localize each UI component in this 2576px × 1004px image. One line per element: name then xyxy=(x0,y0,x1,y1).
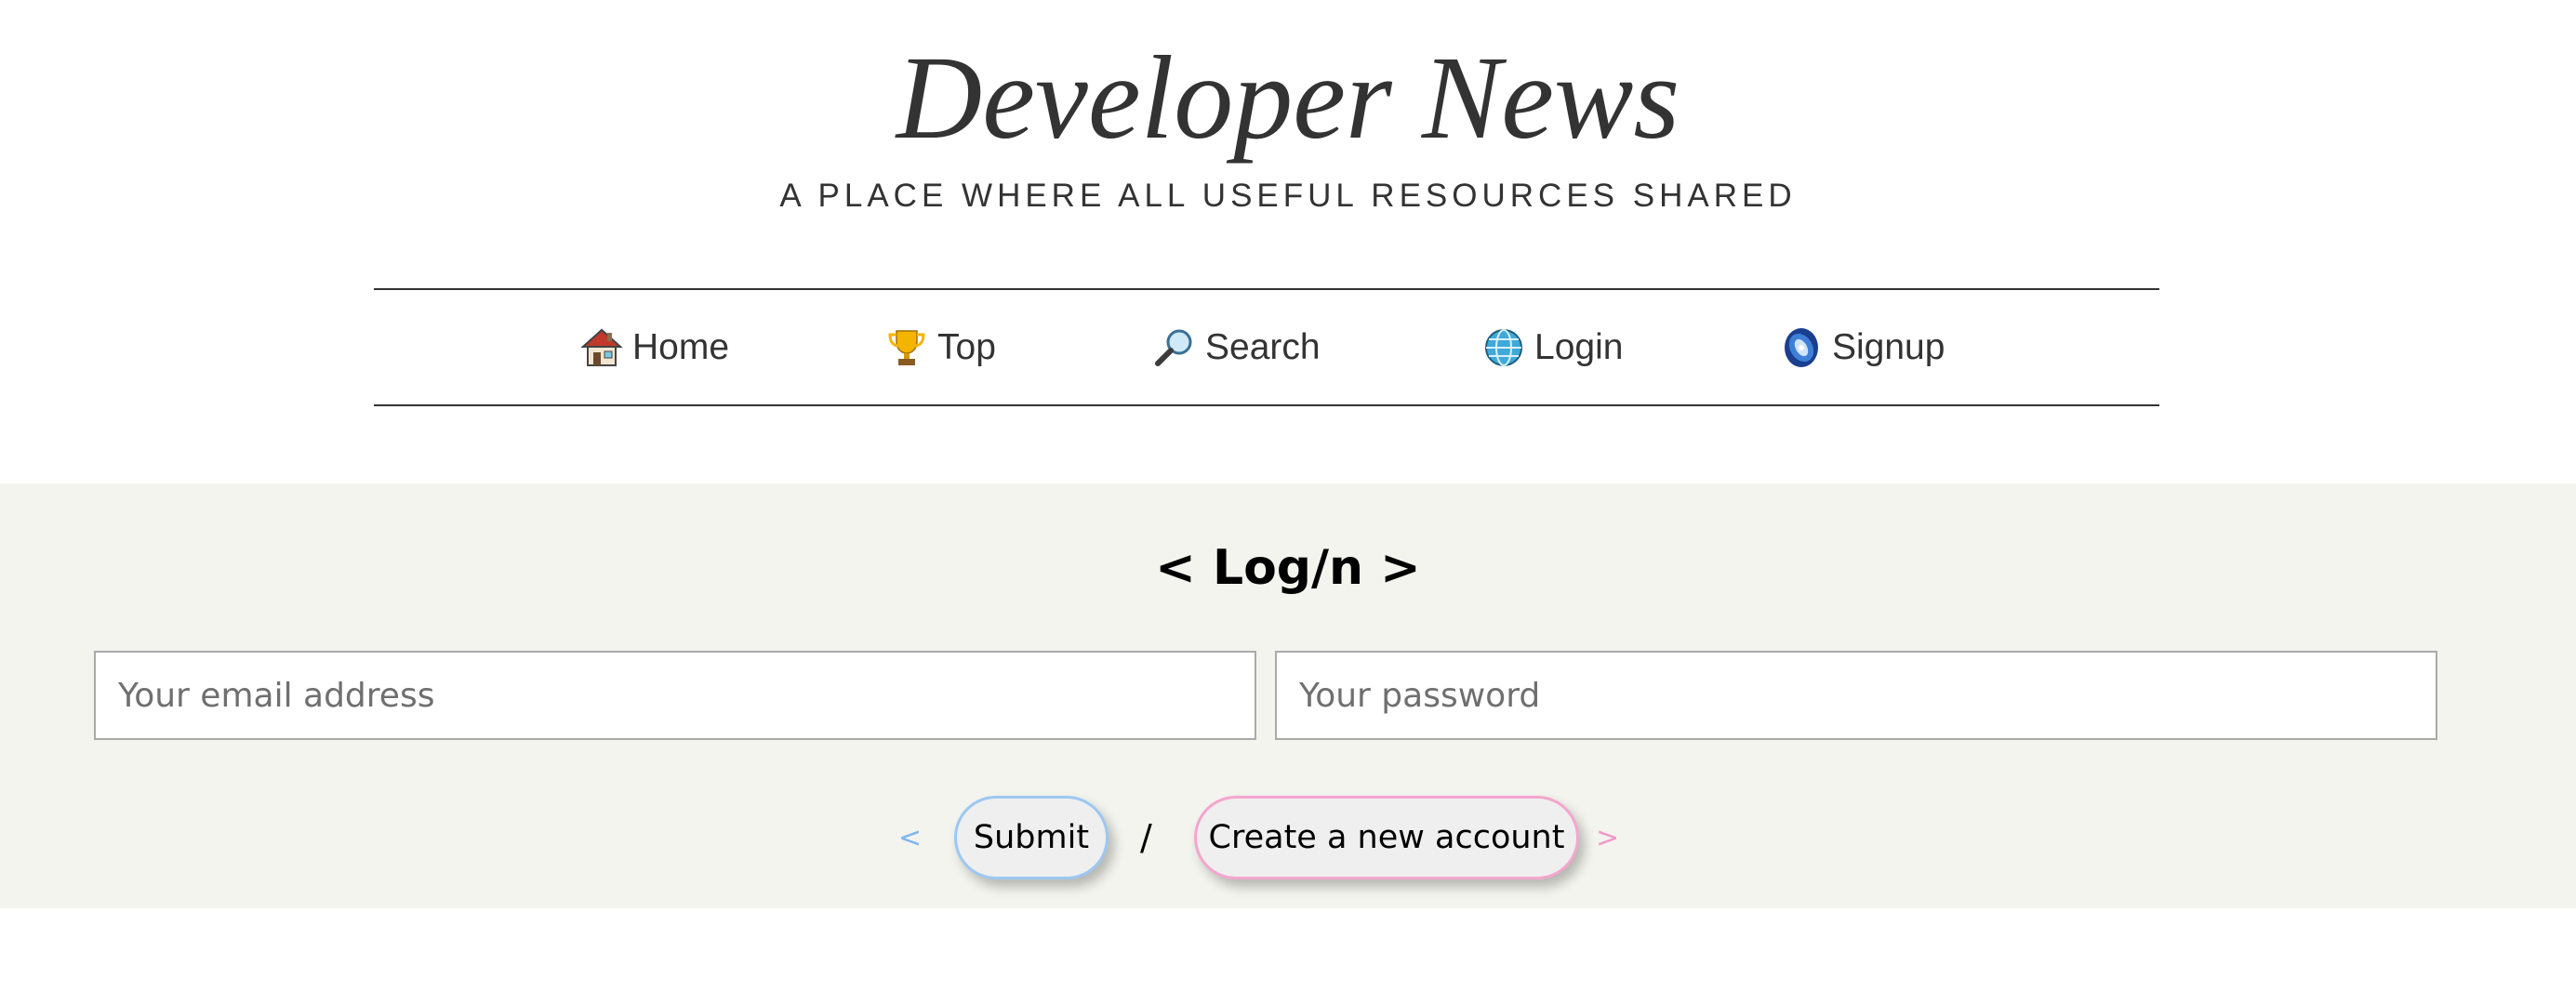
login-actions: < Submit / Create a new account > xyxy=(0,796,2576,879)
site-title: Developer News xyxy=(896,32,1680,164)
trophy-icon xyxy=(885,326,928,369)
nav-label-home: Home xyxy=(632,326,730,367)
site-header: Developer News A PLACE WHERE ALL USEFUL … xyxy=(0,0,2576,483)
magnifier-icon xyxy=(1153,326,1196,369)
main-nav: Home Top Search Login Signup xyxy=(374,288,2159,406)
nav-item-login[interactable]: Login xyxy=(1482,290,1623,404)
create-account-button[interactable]: Create a new account xyxy=(1194,796,1579,879)
nav-item-top[interactable]: Top xyxy=(885,290,996,404)
bracket-right: > xyxy=(1596,821,1620,854)
nav-item-search[interactable]: Search xyxy=(1153,290,1321,404)
bracket-left: < xyxy=(898,821,923,854)
nav-label-login: Login xyxy=(1534,326,1624,367)
nav-label-search: Search xyxy=(1205,326,1321,367)
site-tagline: A PLACE WHERE ALL USEFUL RESOURCES SHARE… xyxy=(779,178,1797,214)
password-field[interactable] xyxy=(1275,651,2437,740)
action-separator: / xyxy=(1140,817,1152,858)
nav-label-top: Top xyxy=(937,326,996,367)
submit-button[interactable]: Submit xyxy=(954,796,1109,879)
nav-item-signup[interactable]: Signup xyxy=(1780,290,1945,404)
nav-label-signup: Signup xyxy=(1832,326,1945,367)
login-title: < Log/n > xyxy=(1155,540,1421,596)
galaxy-icon xyxy=(1780,326,1823,369)
email-field[interactable] xyxy=(94,651,1256,740)
house-icon xyxy=(580,326,623,369)
globe-icon xyxy=(1482,326,1525,369)
nav-item-home[interactable]: Home xyxy=(580,290,729,404)
login-section: < Log/n > < Submit / Create a new accoun… xyxy=(0,483,2576,908)
